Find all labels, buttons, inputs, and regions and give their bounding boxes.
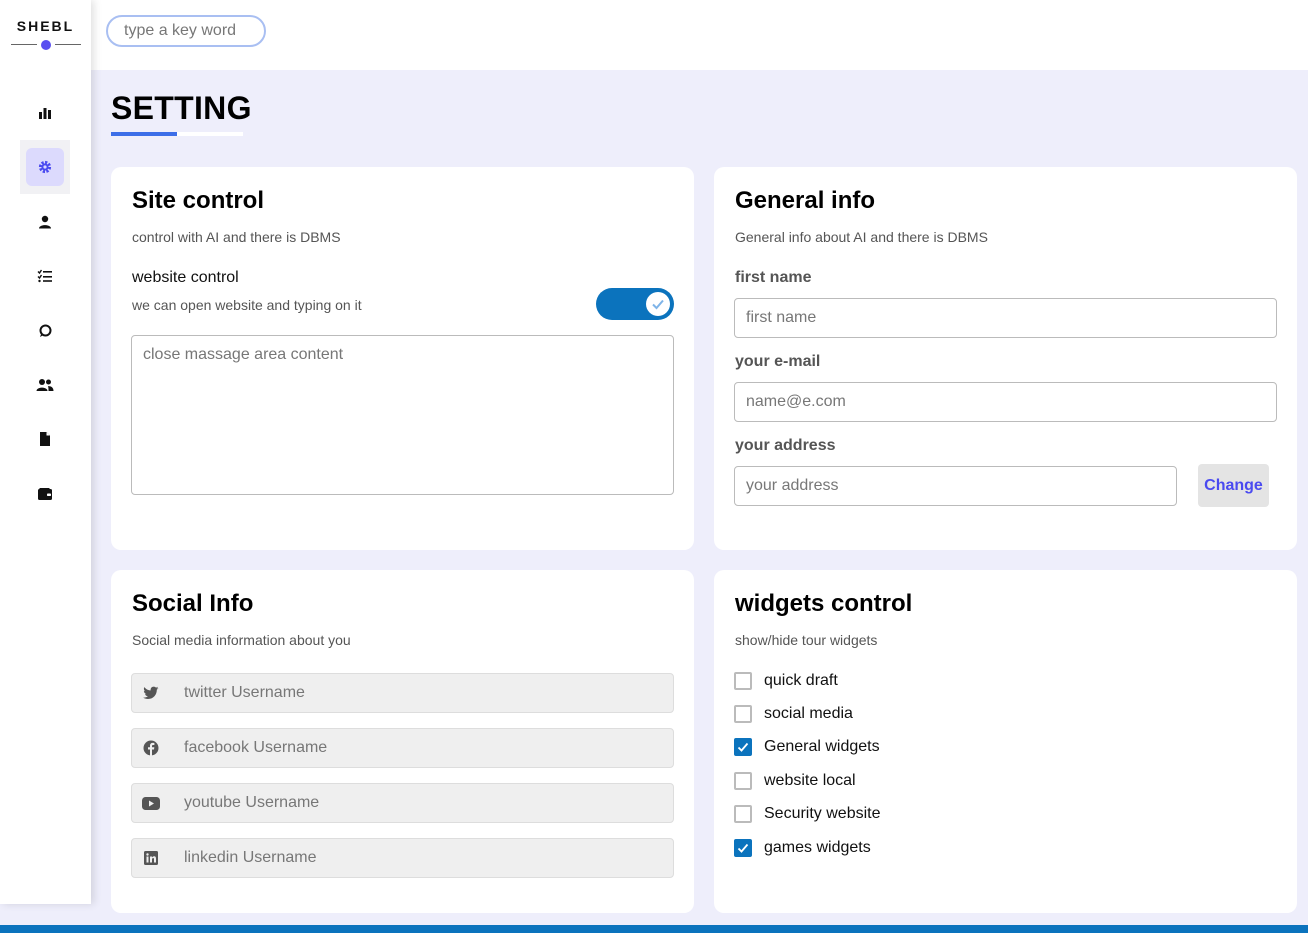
general-info-card: General info General info about AI and t… — [714, 167, 1297, 550]
facebook-icon — [132, 729, 170, 767]
twitter-row — [131, 673, 674, 713]
close-message-textarea[interactable] — [131, 335, 674, 495]
website-control-subtext: we can open website and typing on it — [132, 297, 362, 313]
sidebar-item-plans[interactable] — [20, 467, 70, 521]
sidebar-item-profile[interactable] — [20, 195, 70, 249]
users-icon — [36, 378, 54, 392]
wallet-icon — [38, 488, 52, 500]
sidebar: SHEBL — [0, 0, 91, 904]
email-field[interactable] — [734, 382, 1277, 422]
bar-chart-icon — [38, 107, 52, 119]
youtube-username-input[interactable] — [170, 784, 673, 822]
card-description: General info about AI and there is DBMS — [735, 229, 988, 245]
site-control-card: Site control control with AI and there i… — [111, 167, 694, 550]
youtube-row — [131, 783, 674, 823]
toggle-knob — [646, 292, 670, 316]
file-icon — [39, 432, 51, 446]
card-title: Social Info — [132, 590, 254, 617]
website-control-label: website control — [132, 269, 239, 286]
sidebar-item-projects[interactable] — [20, 249, 70, 303]
linkedin-username-input[interactable] — [170, 839, 673, 877]
youtube-icon — [132, 784, 170, 822]
brand-dot — [41, 40, 51, 50]
checkmark-icon — [737, 742, 749, 752]
widget-checkbox-general-widgets[interactable]: General widgets — [734, 738, 880, 756]
gear-icon — [26, 148, 64, 186]
checkbox-label: games widgets — [764, 839, 871, 856]
facebook-username-input[interactable] — [170, 729, 673, 767]
checkmark-icon — [737, 843, 749, 853]
widget-checkbox-quick-draft[interactable]: quick draft — [734, 672, 838, 690]
card-description: show/hide tour widgets — [735, 632, 878, 648]
check-icon — [652, 299, 664, 310]
widget-checkbox-security-website[interactable]: Security website — [734, 805, 881, 823]
sidebar-item-files[interactable] — [20, 412, 70, 466]
social-info-card: Social Info Social media information abo… — [111, 570, 694, 913]
widgets-control-card: widgets control show/hide tour widgets q… — [714, 570, 1297, 913]
address-field[interactable] — [734, 466, 1177, 506]
linkedin-icon — [132, 839, 170, 877]
card-description: control with AI and there is DBMS — [132, 229, 341, 245]
address-label: your address — [735, 437, 836, 454]
checkbox-label: quick draft — [764, 672, 838, 689]
footer-bar — [0, 925, 1308, 933]
widget-checkbox-website-local[interactable]: website local — [734, 772, 856, 790]
checkbox[interactable] — [734, 772, 752, 790]
brand-logo: SHEBL — [16, 18, 75, 34]
checkbox[interactable] — [734, 672, 752, 690]
sidebar-item-friends[interactable] — [20, 358, 70, 412]
brand-divider-left — [11, 44, 37, 45]
email-label: your e-mail — [735, 353, 821, 370]
page-title: SETTING — [111, 90, 252, 126]
checkbox-label: website local — [764, 772, 856, 789]
checkbox-label: Security website — [764, 805, 881, 822]
title-underline-accent — [111, 132, 177, 136]
card-description: Social media information about you — [132, 632, 351, 648]
checkbox-checked[interactable] — [734, 839, 752, 857]
checkbox-label: General widgets — [764, 738, 880, 755]
twitter-icon — [132, 674, 170, 712]
card-title: General info — [735, 187, 876, 214]
chat-bubble-icon — [38, 324, 52, 338]
linkedin-row — [131, 838, 674, 878]
facebook-row — [131, 728, 674, 768]
checkbox-checked[interactable] — [734, 738, 752, 756]
website-control-toggle[interactable] — [596, 288, 674, 320]
sidebar-item-dashboard[interactable] — [20, 86, 70, 140]
checkbox-label: social media — [764, 705, 853, 722]
widget-checkbox-games-widgets[interactable]: games widgets — [734, 839, 871, 857]
checklist-icon — [37, 269, 53, 283]
card-title: widgets control — [735, 590, 913, 617]
user-icon — [38, 215, 52, 229]
search-input[interactable] — [106, 15, 266, 47]
widget-checkbox-social-media[interactable]: social media — [734, 705, 853, 723]
checkbox[interactable] — [734, 705, 752, 723]
sidebar-item-settings[interactable] — [20, 140, 70, 194]
first-name-label: first name — [735, 269, 812, 286]
card-title: Site control — [132, 187, 265, 214]
checkbox[interactable] — [734, 805, 752, 823]
change-address-button[interactable]: Change — [1198, 464, 1269, 507]
twitter-username-input[interactable] — [170, 674, 673, 712]
brand-divider-right — [55, 44, 81, 45]
first-name-field[interactable] — [734, 298, 1277, 338]
sidebar-item-messages[interactable] — [20, 304, 70, 358]
